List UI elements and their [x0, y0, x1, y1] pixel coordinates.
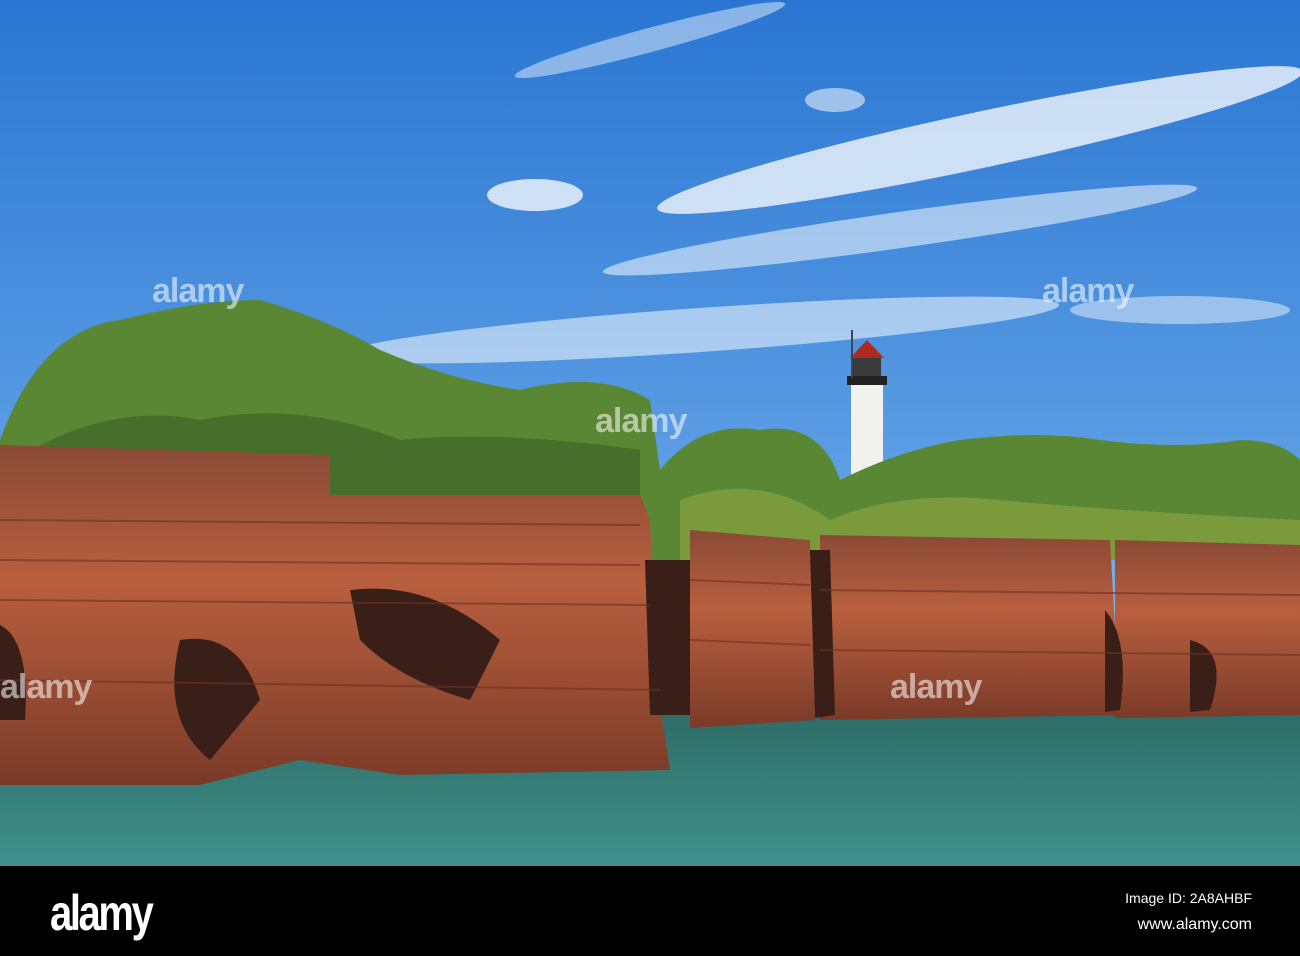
watermark-text: alamy — [1042, 272, 1134, 310]
watermark-text: alamy — [595, 402, 687, 440]
footer-bar: alamy Image ID: 2A8AHBF www.alamy.com — [0, 866, 1300, 956]
watermark-text: alamy — [152, 272, 244, 310]
watermark-text: alamy — [0, 668, 92, 706]
alamy-logo: alamy — [50, 885, 154, 941]
image-id: Image ID: 2A8AHBF — [1125, 890, 1252, 906]
stock-photo-frame: alamy alamy alamy alamy alamy alamy Imag… — [0, 0, 1300, 956]
website-link: www.alamy.com — [1137, 916, 1252, 933]
watermark-text: alamy — [890, 668, 982, 706]
